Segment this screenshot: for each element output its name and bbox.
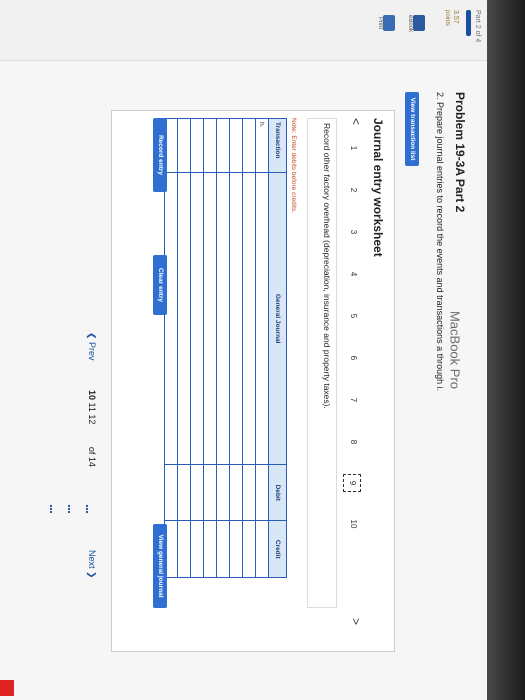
laptop-bezel <box>487 0 525 700</box>
debit-input[interactable] <box>242 464 256 521</box>
debit-input[interactable] <box>255 464 269 521</box>
col-transaction: Transaction <box>268 118 287 173</box>
view-general-journal-button[interactable]: View general journal <box>153 524 167 608</box>
table-row <box>242 118 256 578</box>
next-button[interactable]: Next ❯ <box>86 550 97 579</box>
transaction-description: Record other factory overhead (depreciat… <box>307 118 337 608</box>
credit-input[interactable] <box>203 520 217 578</box>
pager: 10 11 12 of 14 <box>87 390 97 467</box>
transaction-cell <box>229 118 243 173</box>
page-title: Problem 19-3A Part 2 <box>453 92 467 213</box>
nav-number-3[interactable]: 3 <box>345 224 361 240</box>
account-select[interactable] <box>229 172 243 465</box>
points-unit: points <box>444 10 450 27</box>
grid-icon[interactable] <box>50 505 98 515</box>
credit-input[interactable] <box>216 520 230 578</box>
page-number[interactable]: 11 <box>87 403 97 412</box>
chevron-right-icon: ❯ <box>87 568 97 579</box>
ebook-icon <box>413 15 425 31</box>
credit-input[interactable] <box>177 520 191 578</box>
transaction-cell: h. <box>255 118 269 173</box>
nav-prev-arrow-icon[interactable]: < <box>349 118 363 125</box>
clear-entry-button[interactable]: Clear entry <box>153 255 167 315</box>
worksheet-nav: < 1 2 3 4 5 6 7 8 9 10 > <box>343 118 363 638</box>
view-transaction-list-button[interactable]: View transaction list <box>405 92 419 166</box>
device-brand: MacBook Pro <box>447 310 463 390</box>
nav-number-2[interactable]: 2 <box>345 182 361 198</box>
nav-number-8[interactable]: 8 <box>345 434 361 450</box>
prev-button[interactable]: ❮ Prev <box>86 332 97 361</box>
debit-input[interactable] <box>203 464 217 521</box>
table-row: h. <box>255 118 269 578</box>
nav-number-7[interactable]: 7 <box>345 392 361 408</box>
page-number[interactable]: 12 <box>87 414 97 424</box>
account-select[interactable] <box>242 172 256 465</box>
print-label: Print <box>377 16 383 30</box>
screen: Part 2 of 4 3.57 points eBook Print Prob… <box>0 0 487 700</box>
nav-number-4[interactable]: 4 <box>345 266 361 282</box>
account-select[interactable] <box>190 172 204 465</box>
prev-label: Prev <box>87 342 97 361</box>
credit-input[interactable] <box>229 520 243 578</box>
ebook-button[interactable]: eBook <box>407 15 425 33</box>
debit-input[interactable] <box>216 464 230 521</box>
nav-number-1[interactable]: 1 <box>345 140 361 156</box>
debit-input[interactable] <box>190 464 204 521</box>
transaction-cell <box>190 118 204 173</box>
nav-next-arrow-icon[interactable]: > <box>349 618 363 625</box>
credit-input[interactable] <box>242 520 256 578</box>
question-text: 2. Prepare journal entries to record the… <box>435 92 445 392</box>
nav-number-5[interactable]: 5 <box>345 308 361 324</box>
table-row <box>190 118 204 578</box>
col-general-journal: General Journal <box>268 172 287 465</box>
transaction-cell <box>216 118 230 173</box>
credit-input[interactable] <box>190 520 204 578</box>
journal-table: Transaction General Journal Debit Credit… <box>164 118 287 578</box>
table-row <box>177 118 191 578</box>
ebook-label: eBook <box>407 15 413 33</box>
debit-input[interactable] <box>229 464 243 521</box>
rotated-page: Part 2 of 4 3.57 points eBook Print Prob… <box>0 0 487 700</box>
col-debit: Debit <box>268 464 287 521</box>
mcgraw-logo-icon <box>0 680 14 696</box>
chevron-left-icon: ❮ <box>87 332 97 343</box>
credit-input[interactable] <box>255 520 269 578</box>
page-current[interactable]: 10 <box>87 390 97 400</box>
table-row <box>229 118 243 578</box>
points-value: 3.57 <box>452 10 459 24</box>
next-label: Next <box>87 550 97 569</box>
worksheet-title: Journal entry worksheet <box>371 118 385 257</box>
part-label: Part 2 of 4 <box>474 10 481 43</box>
account-select[interactable] <box>255 172 269 465</box>
print-icon <box>383 15 395 31</box>
account-select[interactable] <box>216 172 230 465</box>
account-select[interactable] <box>164 172 178 465</box>
transaction-cell <box>242 118 256 173</box>
account-select[interactable] <box>177 172 191 465</box>
nav-number-9[interactable]: 9 <box>343 474 361 492</box>
nav-number-10[interactable]: 10 <box>345 516 361 532</box>
table-row <box>203 118 217 578</box>
debits-note: Note: Enter debits before credits. <box>290 118 297 214</box>
debit-input[interactable] <box>164 464 178 521</box>
part-progress-bar <box>466 10 471 36</box>
transaction-cell <box>177 118 191 173</box>
col-credit: Credit <box>268 520 287 578</box>
account-select[interactable] <box>203 172 217 465</box>
page-total: of 14 <box>87 446 97 467</box>
table-row <box>216 118 230 578</box>
transaction-cell <box>203 118 217 173</box>
record-entry-button[interactable]: Record entry <box>153 118 167 192</box>
print-button[interactable]: Print <box>377 15 395 31</box>
debit-input[interactable] <box>177 464 191 521</box>
nav-number-6[interactable]: 6 <box>345 350 361 366</box>
